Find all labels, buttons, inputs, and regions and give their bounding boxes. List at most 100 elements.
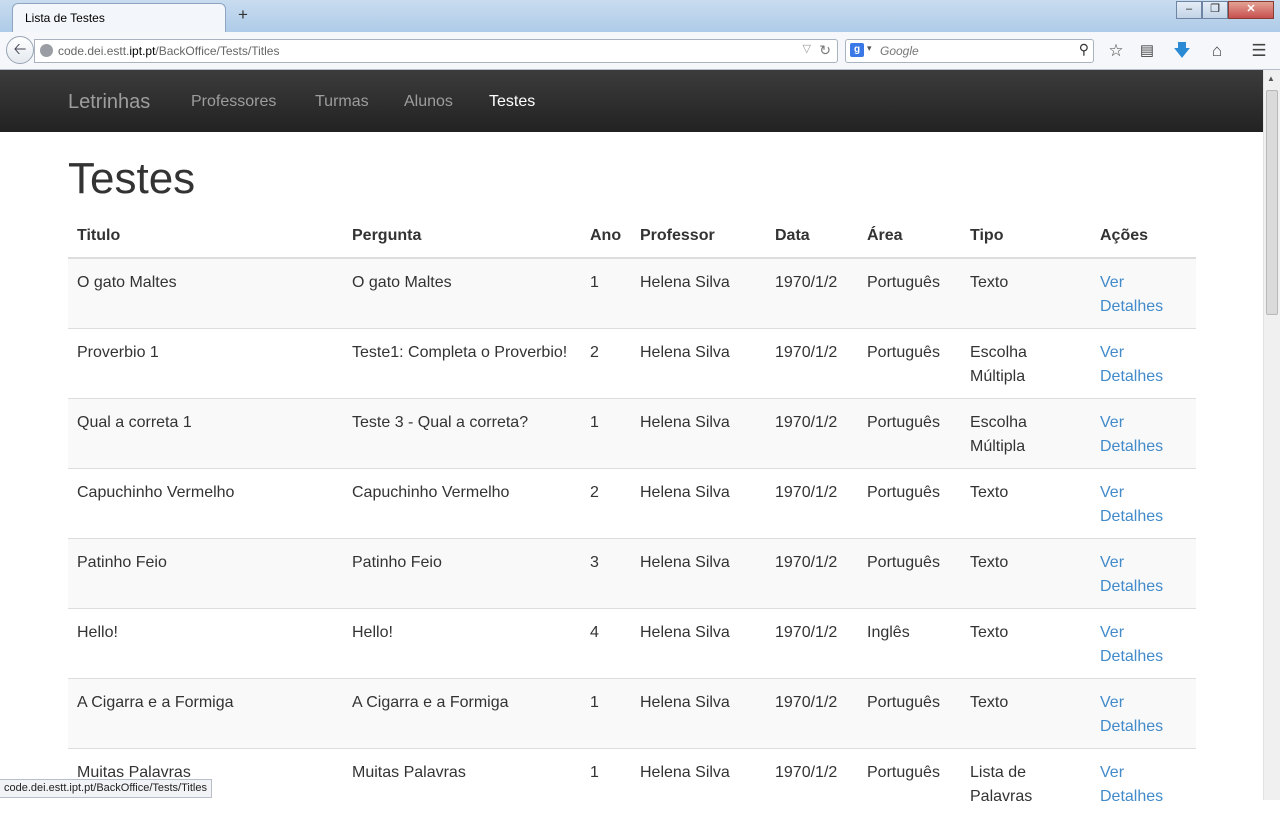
cell-acoes: Ver Detalhes bbox=[1091, 329, 1196, 399]
bookmarks-list-icon[interactable]: ▤ bbox=[1137, 41, 1157, 61]
cell-acoes: Ver Detalhes bbox=[1091, 679, 1196, 749]
search-bar[interactable]: g ▾ Google ⚲ bbox=[845, 39, 1094, 63]
cell-ano: 1 bbox=[581, 679, 631, 749]
cell-pergunta: Patinho Feio bbox=[343, 539, 581, 609]
ver-detalhes-link[interactable]: Ver Detalhes bbox=[1100, 764, 1163, 805]
cell-professor: Helena Silva bbox=[631, 609, 766, 679]
column-header-tipo: Tipo bbox=[961, 219, 1091, 258]
downloads-icon[interactable]: 🡇 bbox=[1172, 41, 1192, 61]
cell-acoes: Ver Detalhes bbox=[1091, 469, 1196, 539]
cell-tipo: Escolha Múltipla bbox=[961, 399, 1091, 469]
table-row: Patinho FeioPatinho Feio3Helena Silva197… bbox=[68, 539, 1196, 609]
new-tab-button[interactable]: + bbox=[235, 6, 251, 24]
page-scrollbar[interactable]: ▲ bbox=[1263, 70, 1280, 800]
cell-tipo: Texto bbox=[961, 679, 1091, 749]
table-row: O gato MaltesO gato Maltes1Helena Silva1… bbox=[68, 258, 1196, 329]
back-button[interactable]: 🡠 bbox=[6, 36, 34, 64]
minimize-button[interactable]: – bbox=[1176, 1, 1202, 19]
cell-data: 1970/1/2 bbox=[766, 749, 858, 818]
cell-professor: Helena Silva bbox=[631, 258, 766, 329]
window-controls: – ❐ ✕ bbox=[1176, 1, 1274, 19]
cell-data: 1970/1/2 bbox=[766, 679, 858, 749]
table-row: Hello!Hello!4Helena Silva1970/1/2InglêsT… bbox=[68, 609, 1196, 679]
brand-link[interactable]: Letrinhas bbox=[68, 91, 150, 114]
ver-detalhes-link[interactable]: Ver Detalhes bbox=[1100, 484, 1163, 525]
cell-data: 1970/1/2 bbox=[766, 399, 858, 469]
cell-area: Português bbox=[858, 399, 961, 469]
nav-turmas[interactable]: Turmas bbox=[315, 93, 369, 111]
cell-pergunta: A Cigarra e a Formiga bbox=[343, 679, 581, 749]
cell-tipo: Escolha Múltipla bbox=[961, 329, 1091, 399]
app-navbar: Letrinhas Professores Turmas Alunos Test… bbox=[0, 70, 1263, 132]
column-header-data: Data bbox=[766, 219, 858, 258]
cell-acoes: Ver Detalhes bbox=[1091, 258, 1196, 329]
cell-pergunta: O gato Maltes bbox=[343, 258, 581, 329]
window-titlebar: Lista de Testes + – ❐ ✕ bbox=[0, 0, 1280, 32]
table-row: A Cigarra e a FormigaA Cigarra e a Formi… bbox=[68, 679, 1196, 749]
tab-title: Lista de Testes bbox=[25, 11, 105, 25]
google-engine-icon[interactable]: g bbox=[850, 43, 864, 57]
home-icon[interactable]: ⌂ bbox=[1207, 41, 1227, 61]
cell-ano: 4 bbox=[581, 609, 631, 679]
browser-tab[interactable]: Lista de Testes bbox=[12, 3, 226, 32]
ver-detalhes-link[interactable]: Ver Detalhes bbox=[1100, 624, 1163, 665]
cell-pergunta: Teste1: Completa o Proverbio! bbox=[343, 329, 581, 399]
cell-ano: 1 bbox=[581, 749, 631, 818]
cell-pergunta: Teste 3 - Qual a correta? bbox=[343, 399, 581, 469]
cell-tipo: Lista de Palavras bbox=[961, 749, 1091, 818]
cell-titulo: Capuchinho Vermelho bbox=[68, 469, 343, 539]
engine-dropdown-icon[interactable]: ▾ bbox=[867, 43, 872, 54]
table-row: Capuchinho VermelhoCapuchinho Vermelho2H… bbox=[68, 469, 1196, 539]
menu-icon[interactable]: ☰ bbox=[1249, 41, 1269, 61]
cell-area: Português bbox=[858, 679, 961, 749]
nav-testes[interactable]: Testes bbox=[489, 93, 535, 111]
nav-professores[interactable]: Professores bbox=[191, 93, 276, 111]
cell-professor: Helena Silva bbox=[631, 399, 766, 469]
cell-professor: Helena Silva bbox=[631, 749, 766, 818]
cell-titulo: O gato Maltes bbox=[68, 258, 343, 329]
globe-icon bbox=[40, 44, 53, 57]
cell-ano: 3 bbox=[581, 539, 631, 609]
cell-professor: Helena Silva bbox=[631, 469, 766, 539]
cell-acoes: Ver Detalhes bbox=[1091, 539, 1196, 609]
column-header-ano: Ano bbox=[581, 219, 631, 258]
bookmark-star-icon[interactable]: ☆ bbox=[1106, 41, 1126, 61]
cell-pergunta: Muitas Palavras bbox=[343, 749, 581, 818]
nav-alunos[interactable]: Alunos bbox=[404, 93, 453, 111]
ver-detalhes-link[interactable]: Ver Detalhes bbox=[1100, 554, 1163, 595]
cell-pergunta: Hello! bbox=[343, 609, 581, 679]
reload-icon[interactable]: ↻ bbox=[819, 42, 831, 59]
cell-tipo: Texto bbox=[961, 539, 1091, 609]
cell-data: 1970/1/2 bbox=[766, 258, 858, 329]
table-row: Proverbio 1Teste1: Completa o Proverbio!… bbox=[68, 329, 1196, 399]
cell-area: Português bbox=[858, 469, 961, 539]
cell-data: 1970/1/2 bbox=[766, 469, 858, 539]
cell-ano: 2 bbox=[581, 469, 631, 539]
url-dropdown-icon[interactable]: ▽ bbox=[803, 42, 811, 55]
cell-area: Português bbox=[858, 749, 961, 818]
page-title: Testes bbox=[68, 154, 195, 204]
tests-table: Titulo Pergunta Ano Professor Data Área … bbox=[68, 219, 1196, 818]
ver-detalhes-link[interactable]: Ver Detalhes bbox=[1100, 344, 1163, 385]
browser-toolbar: 🡠 code.dei.estt.ipt.pt/BackOffice/Tests/… bbox=[0, 32, 1280, 70]
cell-data: 1970/1/2 bbox=[766, 539, 858, 609]
cell-tipo: Texto bbox=[961, 469, 1091, 539]
cell-area: Português bbox=[858, 539, 961, 609]
ver-detalhes-link[interactable]: Ver Detalhes bbox=[1100, 694, 1163, 735]
scroll-thumb[interactable] bbox=[1266, 90, 1278, 315]
column-header-professor: Professor bbox=[631, 219, 766, 258]
cell-tipo: Texto bbox=[961, 258, 1091, 329]
restore-button[interactable]: ❐ bbox=[1202, 1, 1228, 19]
ver-detalhes-link[interactable]: Ver Detalhes bbox=[1100, 274, 1163, 315]
cell-pergunta: Capuchinho Vermelho bbox=[343, 469, 581, 539]
ver-detalhes-link[interactable]: Ver Detalhes bbox=[1100, 414, 1163, 455]
address-bar[interactable]: code.dei.estt.ipt.pt/BackOffice/Tests/Ti… bbox=[34, 39, 838, 63]
url-text: code.dei.estt.ipt.pt/BackOffice/Tests/Ti… bbox=[58, 44, 279, 58]
scroll-up-arrow-icon[interactable]: ▲ bbox=[1267, 74, 1275, 83]
table-row: Muitas PalavrasMuitas Palavras1Helena Si… bbox=[68, 749, 1196, 818]
column-header-acoes: Ações bbox=[1091, 219, 1196, 258]
search-icon[interactable]: ⚲ bbox=[1079, 41, 1089, 58]
close-button[interactable]: ✕ bbox=[1228, 1, 1274, 19]
cell-area: Inglês bbox=[858, 609, 961, 679]
cell-ano: 1 bbox=[581, 399, 631, 469]
